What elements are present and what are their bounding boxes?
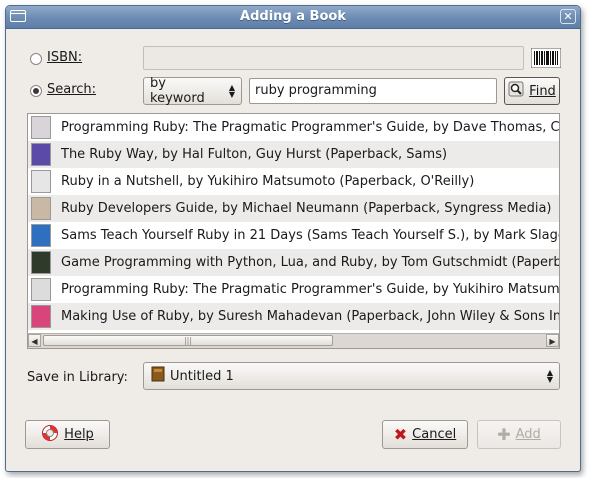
result-title: Programming Ruby: The Pragmatic Programm… [61, 282, 559, 297]
combo-arrows-icon: ▲ ▼ [546, 368, 553, 384]
result-row[interactable]: Game Programming with Python, Lua, and R… [28, 249, 559, 276]
result-row[interactable]: Sams Teach Yourself Ruby in 21 Days (Sam… [28, 222, 559, 249]
cancel-x-icon: ✖ [393, 425, 408, 444]
book-cover-thumbnail [31, 251, 51, 274]
result-title: The Ruby Way, by Hal Fulton, Guy Hurst (… [61, 147, 448, 162]
add-button[interactable]: ✚ Add [477, 420, 561, 449]
isbn-label-text: ISBN: [47, 50, 83, 65]
find-button-label: Find [529, 83, 556, 99]
result-row[interactable]: The Ruby Way, by Hal Fulton, Guy Hurst (… [28, 141, 559, 168]
search-mode-value: by keyword [150, 76, 205, 106]
results-list[interactable]: Programming Ruby: The Pragmatic Programm… [27, 113, 560, 349]
scrollbar-thumb[interactable]: ||| [43, 335, 333, 346]
isbn-radio[interactable] [30, 53, 42, 65]
book-cover-thumbnail [31, 143, 51, 166]
search-label: Search: [47, 82, 96, 97]
library-value: Untitled 1 [170, 368, 234, 384]
find-button[interactable]: Find [504, 77, 560, 105]
combo-arrows-icon: ▲ ▼ [228, 83, 235, 99]
result-title: Game Programming with Python, Lua, and R… [61, 255, 559, 270]
result-row[interactable]: Ruby Developers Guide, by Michael Neuman… [28, 195, 559, 222]
result-title: Sams Teach Yourself Ruby in 21 Days (Sam… [61, 228, 559, 243]
window-title: Adding a Book [240, 9, 346, 24]
search-label-text: Search: [47, 82, 97, 97]
result-title: Ruby in a Nutshell, by Yukihiro Matsumot… [61, 174, 475, 189]
title-bar: Adding a Book ✕ [6, 6, 580, 29]
help-button[interactable]: Help [25, 420, 110, 449]
close-icon[interactable]: ✕ [560, 9, 576, 24]
library-select[interactable]: Untitled 1 ▲ ▼ [143, 362, 560, 390]
book-cover-thumbnail [31, 278, 51, 301]
cancel-button-label: Cancel [412, 427, 457, 442]
help-button-label: Help [64, 427, 94, 442]
cancel-button[interactable]: ✖ Cancel [382, 420, 468, 449]
result-row[interactable]: Programming Ruby: The Pragmatic Programm… [28, 114, 559, 141]
horizontal-scrollbar[interactable]: ◀ ||| ▶ [28, 333, 559, 348]
book-cover-thumbnail [31, 305, 51, 328]
add-button-label: Add [515, 427, 541, 442]
library-book-icon [150, 366, 166, 386]
search-mode-select[interactable]: by keyword ▲ ▼ [143, 76, 242, 106]
result-row[interactable]: Programming Ruby: The Pragmatic Programm… [28, 276, 559, 303]
book-cover-thumbnail [31, 170, 51, 193]
isbn-label: ISBN: [47, 50, 82, 65]
search-radio[interactable] [30, 85, 42, 97]
barcode-icon[interactable] [530, 47, 562, 69]
result-row[interactable]: Making Use of Ruby, by Suresh Mahadevan … [28, 303, 559, 330]
result-title: Ruby Developers Guide, by Michael Neuman… [61, 201, 552, 216]
add-book-dialog: Adding a Book ✕ ISBN: Search: by keyword… [5, 5, 581, 472]
result-row[interactable]: Ruby in a Nutshell, by Yukihiro Matsumot… [28, 168, 559, 195]
book-cover-thumbnail [31, 224, 51, 247]
result-title: Programming Ruby: The Pragmatic Programm… [61, 120, 559, 135]
book-cover-thumbnail [31, 197, 51, 220]
library-label: Save in Library: [27, 370, 128, 385]
add-plus-icon: ✚ [497, 425, 511, 444]
help-lifebuoy-icon [41, 424, 59, 446]
isbn-input[interactable] [143, 46, 524, 70]
find-magnifier-icon [508, 81, 524, 101]
scroll-right-icon[interactable]: ▶ [546, 334, 559, 347]
book-cover-thumbnail [31, 116, 51, 139]
scroll-left-icon[interactable]: ◀ [28, 334, 41, 347]
search-input[interactable]: ruby programming [249, 78, 497, 104]
result-title: Making Use of Ruby, by Suresh Mahadevan … [61, 309, 559, 324]
